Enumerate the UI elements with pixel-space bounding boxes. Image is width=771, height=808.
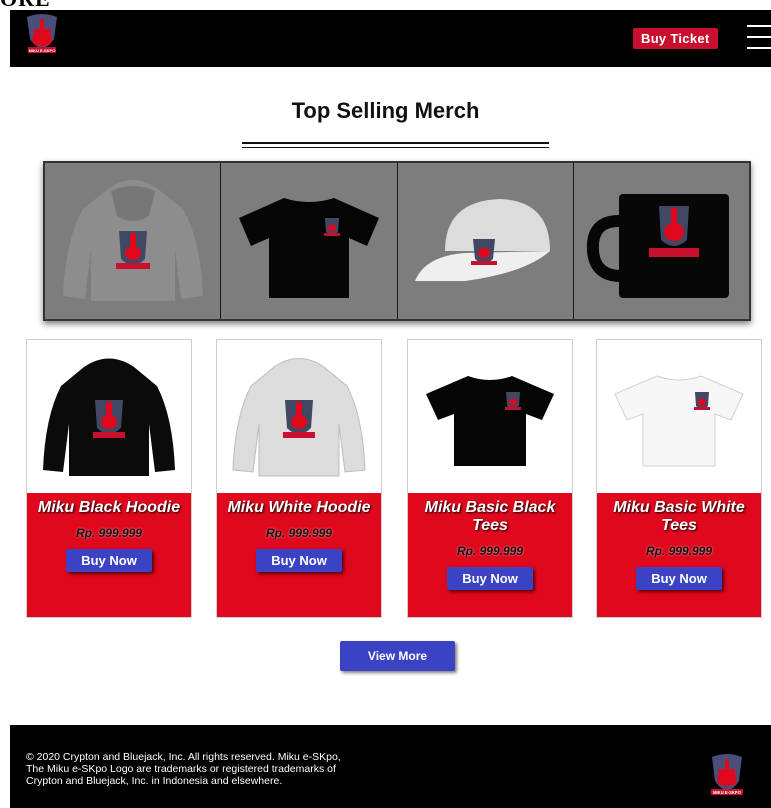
menu-bar bbox=[747, 47, 771, 49]
mug-image bbox=[587, 194, 730, 298]
product-price: Rp. 999.999 bbox=[265, 526, 333, 540]
product-grid: Miku Black Hoodie Rp. 999.999 Buy Now Mi… bbox=[26, 339, 766, 618]
product-name: Miku Basic Black Tees bbox=[424, 499, 556, 534]
black-tee-image bbox=[426, 375, 554, 466]
product-price: Rp. 999.999 bbox=[645, 544, 713, 558]
copyright-text: © 2020 Crypton and Bluejack, Inc. All ri… bbox=[26, 751, 341, 787]
hamburger-menu-icon[interactable] bbox=[747, 25, 771, 49]
cap-image bbox=[415, 199, 551, 281]
product-name: Miku Basic White Tees bbox=[613, 499, 745, 534]
product-info: Miku White Hoodie Rp. 999.999 Buy Now bbox=[217, 493, 381, 617]
tee-image bbox=[238, 198, 379, 298]
section-title: Top Selling Merch bbox=[291, 98, 480, 123]
product-card: Miku White Hoodie Rp. 999.999 Buy Now bbox=[216, 339, 382, 618]
buy-now-button[interactable]: Buy Now bbox=[447, 567, 533, 590]
product-price: Rp. 999.999 bbox=[75, 526, 143, 540]
product-info: Miku Black Hoodie Rp. 999.999 Buy Now bbox=[27, 493, 191, 617]
white-hoodie-image bbox=[232, 357, 366, 476]
product-image bbox=[408, 340, 572, 493]
carousel-slide-mug[interactable] bbox=[574, 163, 749, 319]
product-card: Miku Black Hoodie Rp. 999.999 Buy Now bbox=[26, 339, 192, 618]
product-info: Miku Basic Black Tees Rp. 999.999 Buy No… bbox=[408, 493, 572, 617]
carousel-slide-tee[interactable] bbox=[221, 163, 398, 319]
black-hoodie-image bbox=[43, 358, 175, 476]
buy-now-button[interactable]: Buy Now bbox=[66, 549, 152, 572]
buy-now-button[interactable]: Buy Now bbox=[636, 567, 722, 590]
product-card: Miku Basic White Tees Rp. 999.999 Buy No… bbox=[596, 339, 762, 618]
site-logo[interactable]: MIKU E-SKPO bbox=[24, 13, 60, 55]
menu-bar bbox=[747, 36, 771, 38]
product-image bbox=[597, 340, 761, 493]
product-image bbox=[217, 340, 381, 493]
svg-text:MIKU E-SKPO: MIKU E-SKPO bbox=[29, 48, 56, 53]
product-price: Rp. 999.999 bbox=[456, 544, 524, 558]
carousel-slide-hoodie[interactable] bbox=[45, 163, 222, 319]
carousel-slide-cap[interactable] bbox=[398, 163, 574, 319]
product-image bbox=[27, 340, 191, 493]
hoodie-image bbox=[62, 180, 203, 301]
white-tee-image bbox=[614, 374, 744, 466]
product-info: Miku Basic White Tees Rp. 999.999 Buy No… bbox=[597, 493, 761, 617]
footer: © 2020 Crypton and Bluejack, Inc. All ri… bbox=[10, 725, 771, 808]
merch-carousel[interactable] bbox=[43, 161, 751, 321]
buy-ticket-button[interactable]: Buy Ticket bbox=[633, 28, 718, 49]
product-name: Miku White Hoodie bbox=[227, 499, 371, 516]
buy-now-button[interactable]: Buy Now bbox=[256, 549, 342, 572]
product-card: Miku Basic Black Tees Rp. 999.999 Buy No… bbox=[407, 339, 573, 618]
view-more-button[interactable]: View More bbox=[340, 641, 455, 671]
footer-logo: MIKU E-SKPO bbox=[711, 754, 743, 795]
title-divider bbox=[242, 142, 549, 148]
navbar: MIKU E-SKPO Buy Ticket bbox=[10, 10, 771, 67]
product-name: Miku Black Hoodie bbox=[37, 499, 181, 516]
menu-bar bbox=[747, 25, 771, 27]
svg-text:MIKU E-SKPO: MIKU E-SKPO bbox=[713, 790, 742, 795]
